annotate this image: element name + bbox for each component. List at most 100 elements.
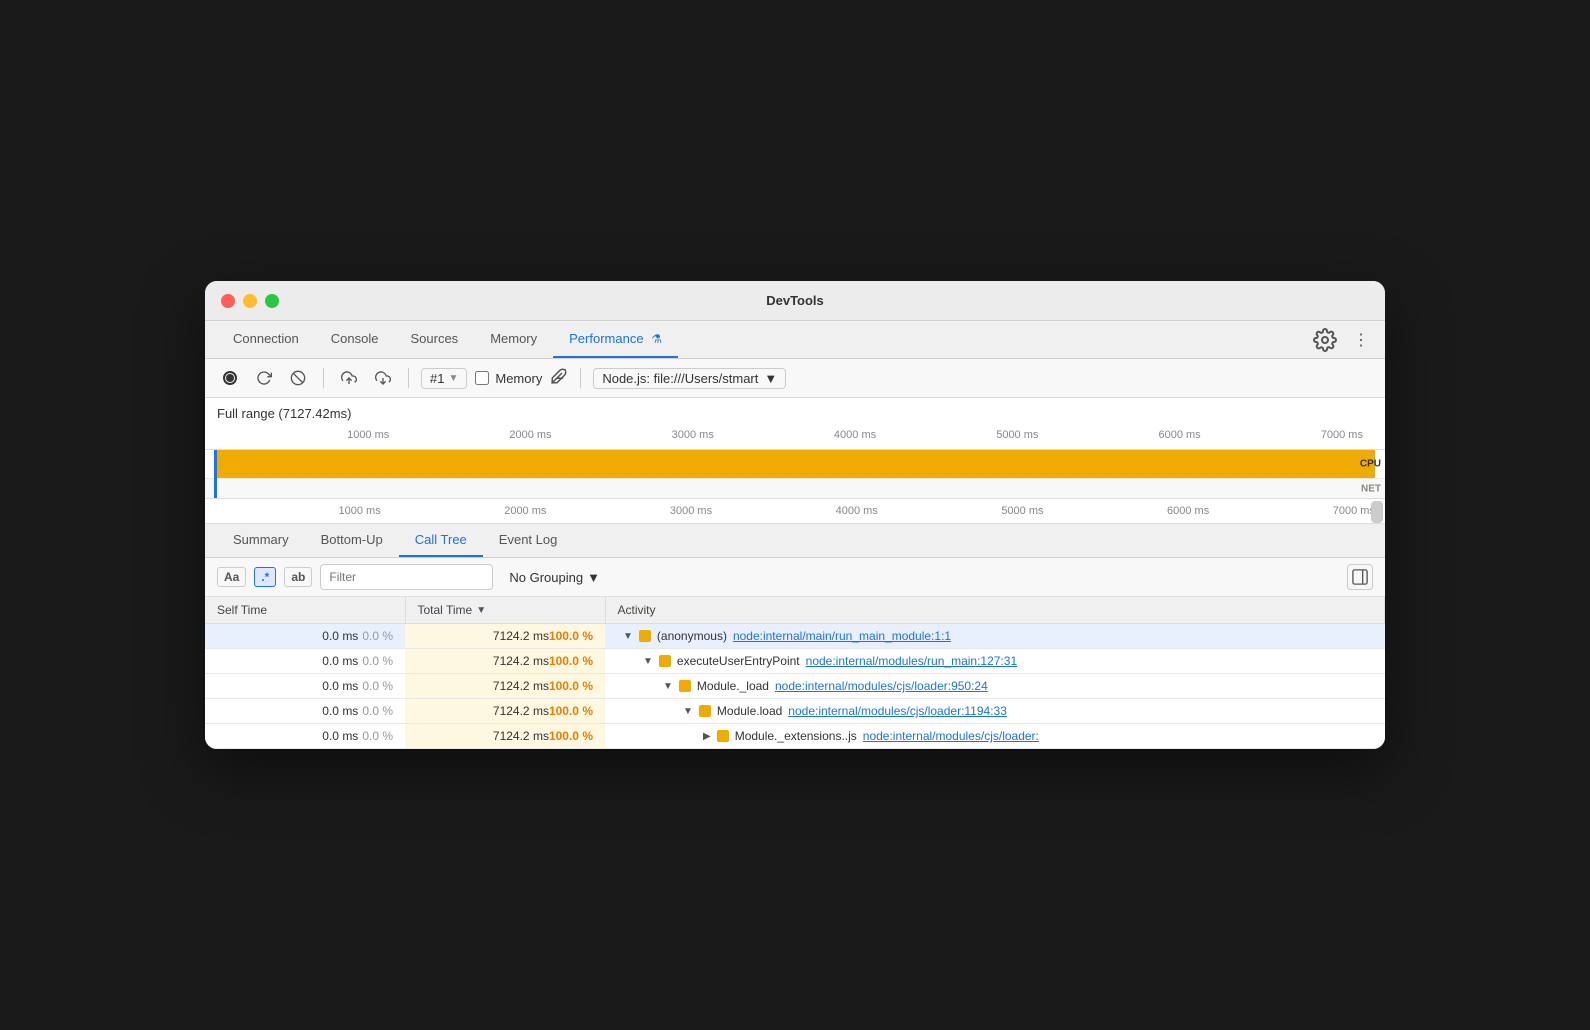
cell-self-time: 0.0 ms0.0 % bbox=[205, 699, 405, 724]
expand-arrow-icon[interactable]: ▼ bbox=[643, 656, 653, 667]
window-title: DevTools bbox=[766, 293, 824, 308]
traffic-lights bbox=[221, 294, 279, 308]
expand-arrow-icon[interactable]: ▼ bbox=[683, 706, 693, 717]
col-total-time[interactable]: Total Time ▼ bbox=[405, 597, 605, 624]
filter-toggle-regex[interactable]: .* bbox=[254, 567, 276, 587]
activity-link[interactable]: node:internal/modules/run_main:127:31 bbox=[806, 654, 1017, 668]
expand-arrow-icon[interactable]: ▼ bbox=[663, 681, 673, 692]
tab-bar-actions: ⋮ bbox=[1313, 328, 1373, 352]
node-selector[interactable]: Node.js: file:///Users/stmart ▼ bbox=[593, 368, 786, 389]
close-button[interactable] bbox=[221, 294, 235, 308]
flask-icon: ⚗ bbox=[651, 332, 662, 346]
toolbar-separator-3 bbox=[580, 368, 581, 388]
ruler-mark-1: 1000 ms bbox=[347, 429, 389, 441]
toolbar: #1 ▼ Memory Node.js: file:///Users/stmar… bbox=[205, 359, 1385, 398]
table-row: 0.0 ms0.0 %7124.2 ms100.0 %▼(anonymous)n… bbox=[205, 624, 1385, 649]
cell-total-time: 7124.2 ms100.0 % bbox=[405, 649, 605, 674]
tab-console[interactable]: Console bbox=[315, 321, 395, 358]
download-button[interactable] bbox=[370, 365, 396, 391]
cell-activity: ▼ Module._load node:internal/modules/cjs/l… bbox=[605, 674, 1385, 699]
expand-arrow-icon[interactable]: ▶ bbox=[703, 731, 711, 742]
activity-link[interactable]: node:internal/modules/cjs/loader:950:24 bbox=[775, 679, 988, 693]
activity-name: executeUserEntryPoint bbox=[677, 654, 800, 668]
devtools-window: DevTools Connection Console Sources Memo… bbox=[205, 281, 1385, 749]
scrollbar-thumb[interactable] bbox=[1371, 501, 1383, 523]
upload-button[interactable] bbox=[336, 365, 362, 391]
activity-link[interactable]: node:internal/modules/cjs/loader: bbox=[863, 729, 1039, 743]
bottom-ruler-mark-7: 7000 ms bbox=[1333, 505, 1375, 517]
cell-self-time: 0.0 ms0.0 % bbox=[205, 624, 405, 649]
activity-name: Module._extensions..js bbox=[735, 729, 857, 743]
record-dot-icon bbox=[223, 371, 237, 385]
cell-self-time: 0.0 ms0.0 % bbox=[205, 674, 405, 699]
timeline-bottom: 1000 ms 2000 ms 3000 ms 4000 ms 5000 ms … bbox=[205, 499, 1385, 524]
activity-link[interactable]: node:internal/main/run_main_module:1:1 bbox=[733, 629, 951, 643]
tab-calltree[interactable]: Call Tree bbox=[399, 524, 483, 557]
col-activity[interactable]: Activity bbox=[605, 597, 1385, 624]
ruler-mark-2: 2000 ms bbox=[509, 429, 551, 441]
cell-self-time: 0.0 ms0.0 % bbox=[205, 649, 405, 674]
node-selector-arrow: ▼ bbox=[764, 371, 777, 386]
tab-bottomup[interactable]: Bottom-Up bbox=[305, 524, 399, 557]
sidebar-toggle-button[interactable] bbox=[1347, 564, 1373, 590]
table-row: 0.0 ms0.0 %7124.2 ms100.0 %▼Module.loadn… bbox=[205, 699, 1385, 724]
call-tree-table: Self Time Total Time ▼ Activity 0.0 ms0.… bbox=[205, 597, 1385, 749]
ruler-marks-top: 1000 ms 2000 ms 3000 ms 4000 ms 5000 ms … bbox=[217, 429, 1373, 441]
tab-sources[interactable]: Sources bbox=[394, 321, 474, 358]
minimize-button[interactable] bbox=[243, 294, 257, 308]
brush-icon[interactable] bbox=[550, 367, 568, 390]
recording-dropdown-arrow: ▼ bbox=[448, 373, 458, 384]
col-self-time[interactable]: Self Time bbox=[205, 597, 405, 624]
ruler-mark-3: 3000 ms bbox=[672, 429, 714, 441]
cell-total-time: 7124.2 ms100.0 % bbox=[405, 674, 605, 699]
timeline-section: Full range (7127.42ms) 1000 ms 2000 ms 3… bbox=[205, 398, 1385, 450]
tab-performance[interactable]: Performance ⚗ bbox=[553, 321, 678, 358]
clear-button[interactable] bbox=[285, 365, 311, 391]
cell-total-time: 7124.2 ms100.0 % bbox=[405, 724, 605, 749]
blue-indicator bbox=[214, 450, 217, 498]
bottom-ruler-mark-5: 5000 ms bbox=[1001, 505, 1043, 517]
cell-activity: ▼ executeUserEntryPoint node:internal/modu… bbox=[605, 649, 1385, 674]
net-bar-container: NET bbox=[205, 478, 1385, 498]
ruler-mark-4: 4000 ms bbox=[834, 429, 876, 441]
maximize-button[interactable] bbox=[265, 294, 279, 308]
tab-summary[interactable]: Summary bbox=[217, 524, 305, 557]
cell-total-time: 7124.2 ms100.0 % bbox=[405, 699, 605, 724]
cell-self-time: 0.0 ms0.0 % bbox=[205, 724, 405, 749]
tab-eventlog[interactable]: Event Log bbox=[483, 524, 574, 557]
node-selector-text: Node.js: file:///Users/stmart bbox=[602, 371, 758, 386]
cell-activity: ▼Module.loadnode:internal/modules/cjs/lo… bbox=[605, 699, 1385, 724]
settings-icon[interactable] bbox=[1313, 328, 1337, 352]
activity-name: (anonymous) bbox=[657, 629, 727, 643]
cpu-label: CPU bbox=[1360, 459, 1381, 470]
more-options-icon[interactable]: ⋮ bbox=[1349, 328, 1373, 352]
activity-name: Module._load bbox=[697, 679, 769, 693]
sort-arrow-icon: ▼ bbox=[476, 605, 486, 616]
table-row: 0.0 ms0.0 %7124.2 ms100.0 % ▼ Module._load… bbox=[205, 674, 1385, 699]
cell-activity: ▶ Module._extensions..js node:internal/mod… bbox=[605, 724, 1385, 749]
memory-checkbox-label[interactable]: Memory bbox=[475, 371, 542, 386]
activity-link[interactable]: node:internal/modules/cjs/loader:1194:33 bbox=[788, 704, 1007, 718]
data-table-container: Self Time Total Time ▼ Activity 0.0 ms0.… bbox=[205, 597, 1385, 749]
ruler-mark-7: 7000 ms bbox=[1321, 429, 1363, 441]
toolbar-separator-2 bbox=[408, 368, 409, 388]
grouping-select[interactable]: No Grouping ▼ bbox=[501, 568, 608, 587]
expand-arrow-icon[interactable]: ▼ bbox=[623, 631, 633, 642]
bottom-ruler-mark-2: 2000 ms bbox=[504, 505, 546, 517]
record-button[interactable] bbox=[217, 365, 243, 391]
filter-toggle-aa[interactable]: Aa bbox=[217, 567, 246, 587]
bottom-ruler-mark-6: 6000 ms bbox=[1167, 505, 1209, 517]
tab-connection[interactable]: Connection bbox=[217, 321, 315, 358]
activity-icon bbox=[699, 705, 711, 717]
activity-icon bbox=[659, 655, 671, 667]
filter-input[interactable] bbox=[320, 564, 493, 590]
bottom-tabs: Summary Bottom-Up Call Tree Event Log bbox=[205, 524, 1385, 558]
recording-selector[interactable]: #1 ▼ bbox=[421, 368, 467, 389]
table-row: 0.0 ms0.0 %7124.2 ms100.0 % ▼ executeUserE… bbox=[205, 649, 1385, 674]
memory-checkbox-input[interactable] bbox=[475, 371, 489, 385]
activity-icon bbox=[717, 730, 729, 742]
filter-toggle-case[interactable]: ab bbox=[284, 567, 312, 587]
timeline-wrapper: CPU NET bbox=[205, 450, 1385, 499]
tab-memory[interactable]: Memory bbox=[474, 321, 553, 358]
reload-button[interactable] bbox=[251, 365, 277, 391]
